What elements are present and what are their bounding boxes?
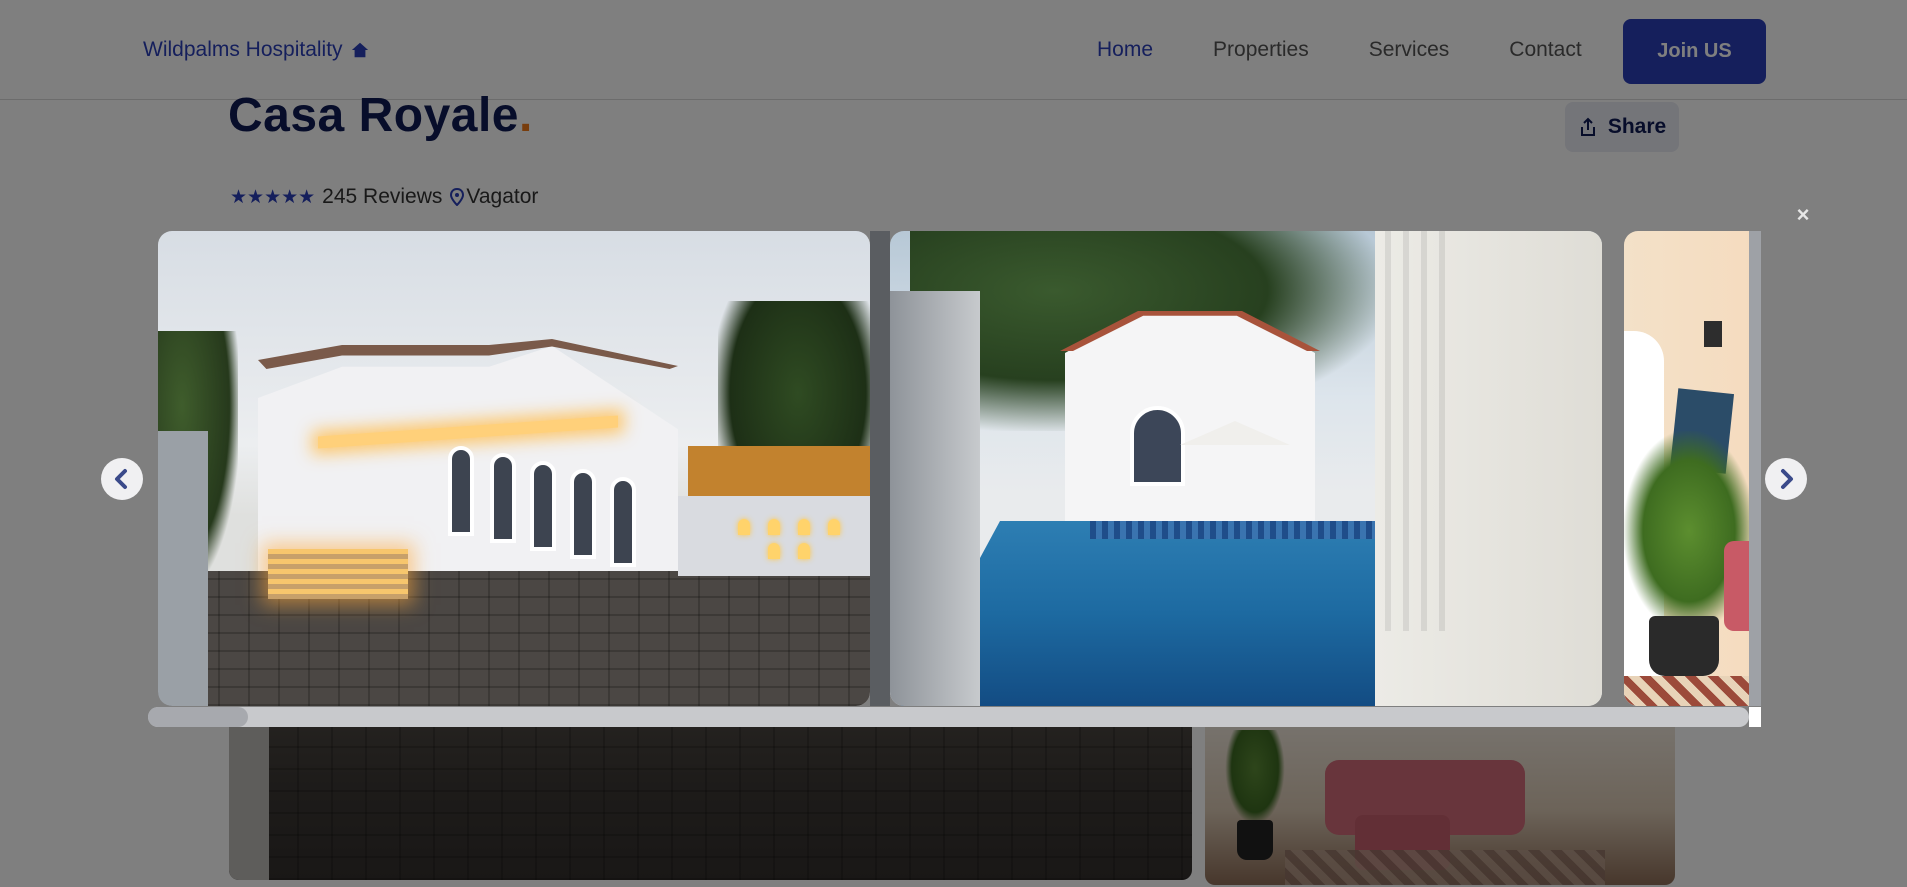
chevron-left-icon: [115, 469, 127, 489]
gallery-scrollbar[interactable]: [148, 707, 1749, 727]
armchair: [1724, 541, 1749, 631]
neighbor-building: [688, 446, 870, 501]
boundary-wall: [678, 496, 870, 576]
wall-niche-light: [828, 519, 840, 535]
prev-slide-button[interactable]: [101, 458, 143, 500]
scrollbar-thumb[interactable]: [148, 707, 248, 727]
tiled-wall: [890, 291, 980, 706]
villa-building: [1065, 311, 1315, 521]
villa-window: [530, 461, 556, 551]
lightbox-gallery[interactable]: [158, 231, 1749, 706]
slide-gap: [870, 231, 890, 706]
wall-niche-light: [798, 543, 810, 559]
column-flute: [1439, 231, 1445, 631]
wall-lamp: [1704, 321, 1722, 347]
column-flute: [1385, 231, 1391, 631]
vertical-scroll-edge: [1749, 231, 1761, 706]
wall-niche-light: [768, 519, 780, 535]
chevron-right-icon: [1781, 469, 1793, 489]
close-icon[interactable]: ×: [1793, 203, 1813, 227]
villa-window: [490, 453, 516, 543]
gate-pillar: [158, 431, 208, 706]
slide-villa-exterior[interactable]: [158, 231, 870, 706]
column-flute: [1403, 231, 1409, 631]
column-flute: [1421, 231, 1427, 631]
slide-pool-area[interactable]: [890, 231, 1602, 706]
villa-window: [1130, 406, 1185, 486]
tiled-floor: [1624, 676, 1749, 706]
wall-niche-light: [738, 519, 750, 535]
fluted-column: [1375, 231, 1602, 706]
lit-steps: [268, 549, 408, 599]
next-slide-button[interactable]: [1765, 458, 1807, 500]
wall-niche-light: [798, 519, 810, 535]
villa-window: [610, 477, 636, 567]
plant-pot: [1649, 616, 1719, 676]
wall-niche-light: [768, 543, 780, 559]
villa-window: [570, 469, 596, 559]
slide-living-room[interactable]: [1624, 231, 1749, 706]
scrollbar-corner: [1749, 707, 1761, 727]
villa-window: [448, 446, 474, 536]
paved-ground: [158, 571, 870, 706]
